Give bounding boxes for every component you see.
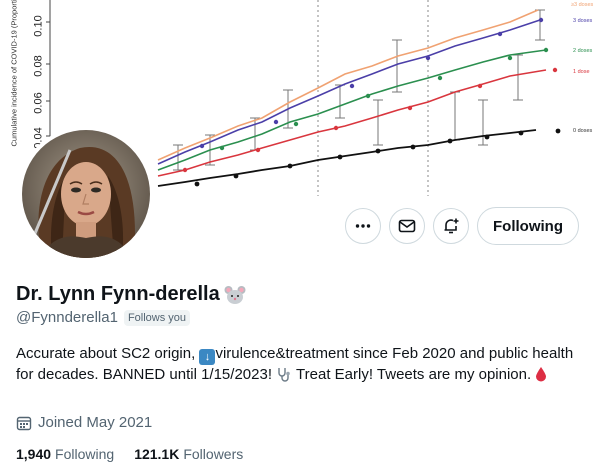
followers-count: 121.1K — [134, 446, 180, 462]
avatar-portrait — [22, 130, 150, 258]
joined-date: Joined May 2021 — [38, 414, 153, 431]
bell-plus-icon — [444, 218, 459, 234]
calendar-icon — [16, 416, 32, 430]
banner-y-tick: 0.10 — [32, 15, 45, 37]
following-button[interactable]: Following — [477, 207, 579, 245]
mouse-face-icon — [224, 285, 246, 304]
banner-y-tick: 0.08 — [32, 55, 45, 77]
following-link[interactable]: 1,940 Following — [16, 446, 114, 462]
bio-text-1: Accurate about SC2 origin, — [16, 345, 200, 362]
banner-y-axis-label: Cumulative incidence of COVID-19 (Propor… — [9, 0, 19, 147]
username-handle: @Fynnderella1 — [16, 309, 118, 326]
followers-link[interactable]: 121.1K Followers — [134, 446, 243, 462]
legend-1-dose: 1 dose — [573, 69, 590, 75]
legend-3-doses: 3 doses — [573, 18, 593, 24]
profile-bio: Accurate about SC2 origin, ↓ virulence&tr… — [16, 344, 576, 385]
handle-row: @Fynnderella1 Follows you — [16, 309, 191, 326]
following-label: Following — [55, 446, 115, 462]
legend-3plus-doses: ≥3 doses — [571, 2, 594, 8]
down-arrow-icon: ↓ — [199, 349, 216, 365]
more-options-button[interactable] — [345, 208, 381, 244]
display-name: Dr. Lynn Fynn-derella — [16, 283, 220, 305]
stethoscope-icon — [278, 368, 290, 382]
following-count: 1,940 — [16, 446, 52, 462]
envelope-icon — [398, 219, 416, 233]
display-name-row: Dr. Lynn Fynn-derella — [16, 283, 246, 306]
follow-stats: 1,940 Following 121.1K Followers — [16, 446, 243, 462]
avatar[interactable] — [18, 126, 154, 262]
followers-label: Followers — [183, 446, 244, 462]
more-horizontal-icon — [355, 224, 371, 228]
legend-2-doses: 2 doses — [573, 48, 593, 54]
legend-0-doses: 0 doses — [573, 128, 593, 134]
banner-y-tick: 0.06 — [32, 92, 45, 114]
message-button[interactable] — [389, 208, 425, 244]
drop-of-blood-icon — [536, 367, 547, 382]
follows-you-badge: Follows you — [123, 309, 191, 326]
joined-date-row: Joined May 2021 — [16, 414, 152, 431]
bio-text-3: Treat Early! Tweets are my opinion. — [292, 366, 536, 383]
notifications-button[interactable] — [433, 208, 469, 244]
